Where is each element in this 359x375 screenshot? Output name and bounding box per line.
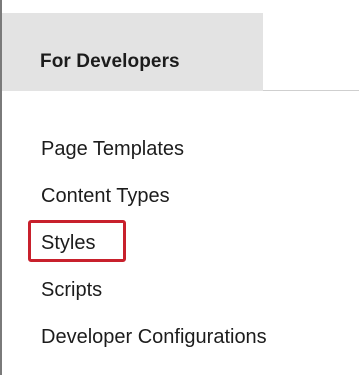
- menu-item-label: Styles: [41, 232, 96, 254]
- menu-item-label: Developer Configurations: [41, 326, 267, 348]
- header-divider: [263, 90, 359, 91]
- menu-item-scripts[interactable]: Scripts: [41, 278, 267, 325]
- section-tab-for-developers[interactable]: For Developers: [2, 13, 263, 91]
- menu-item-label: Page Templates: [41, 138, 185, 160]
- menu-item-content-types[interactable]: Content Types: [41, 184, 267, 231]
- menu-item-styles[interactable]: Styles: [41, 231, 267, 278]
- developer-menu: Page Templates Content Types Styles Scri…: [41, 137, 267, 372]
- section-title: For Developers: [40, 51, 180, 72]
- menu-item-label: Scripts: [41, 279, 103, 301]
- menu-item-page-templates[interactable]: Page Templates: [41, 137, 267, 184]
- for-developers-panel: For Developers Page Templates Content Ty…: [0, 0, 359, 375]
- menu-item-label: Content Types: [41, 185, 170, 207]
- menu-item-developer-configurations[interactable]: Developer Configurations: [41, 325, 267, 372]
